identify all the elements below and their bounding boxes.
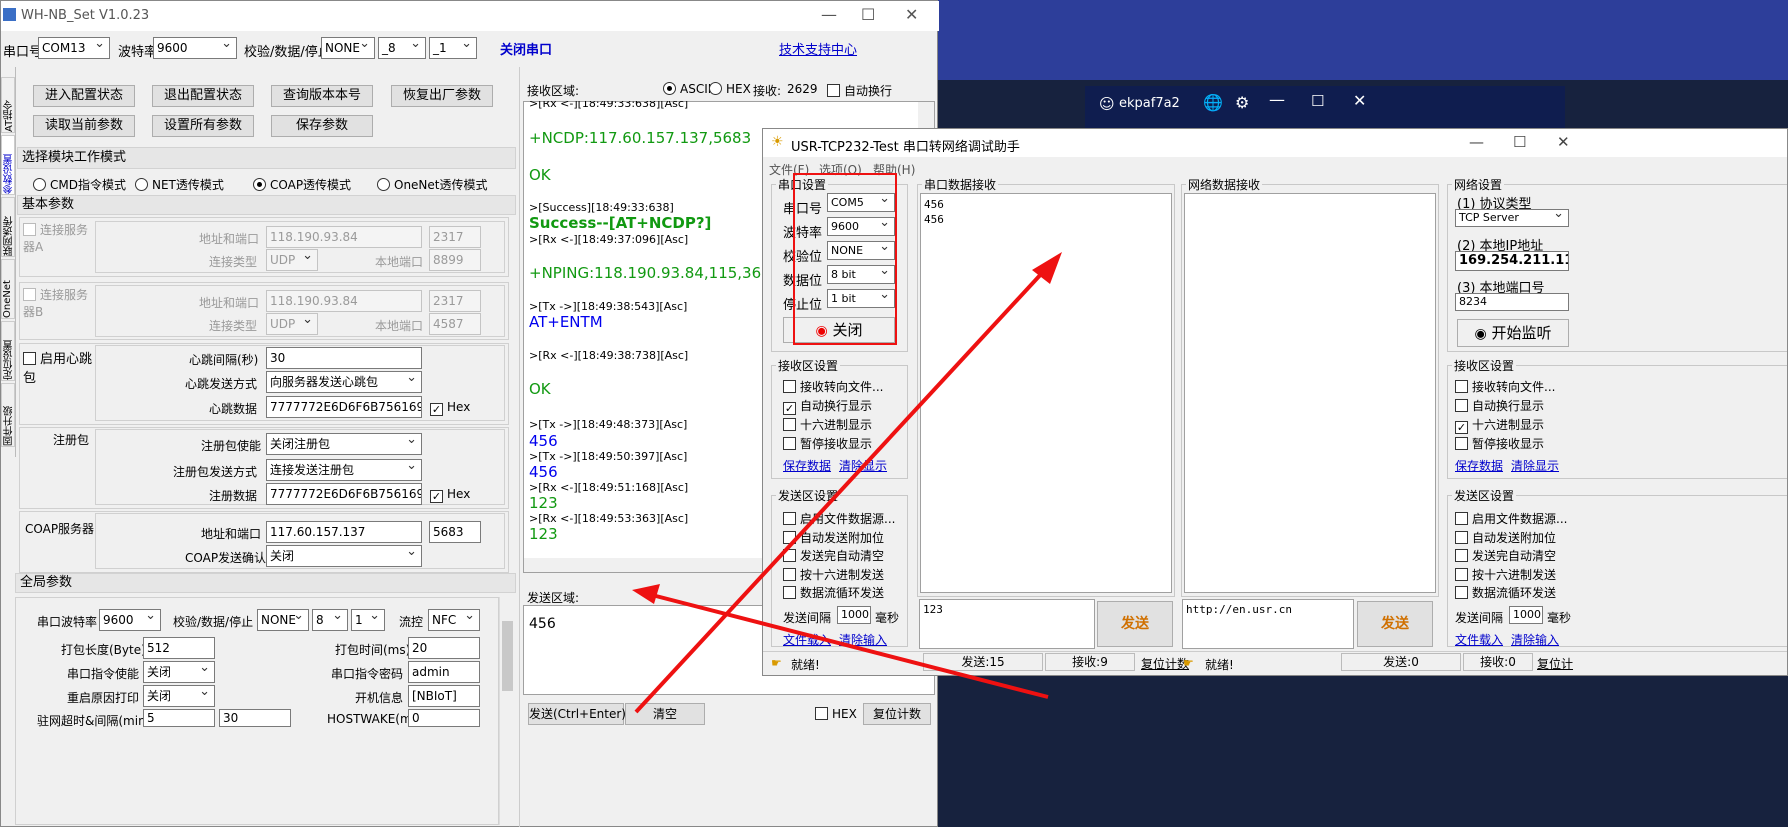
arrow-head-recv (632, 584, 660, 604)
arrow-line-send (634, 270, 1045, 714)
annotation-arrows (632, 252, 1062, 714)
arrow-line-recv (651, 593, 1049, 699)
